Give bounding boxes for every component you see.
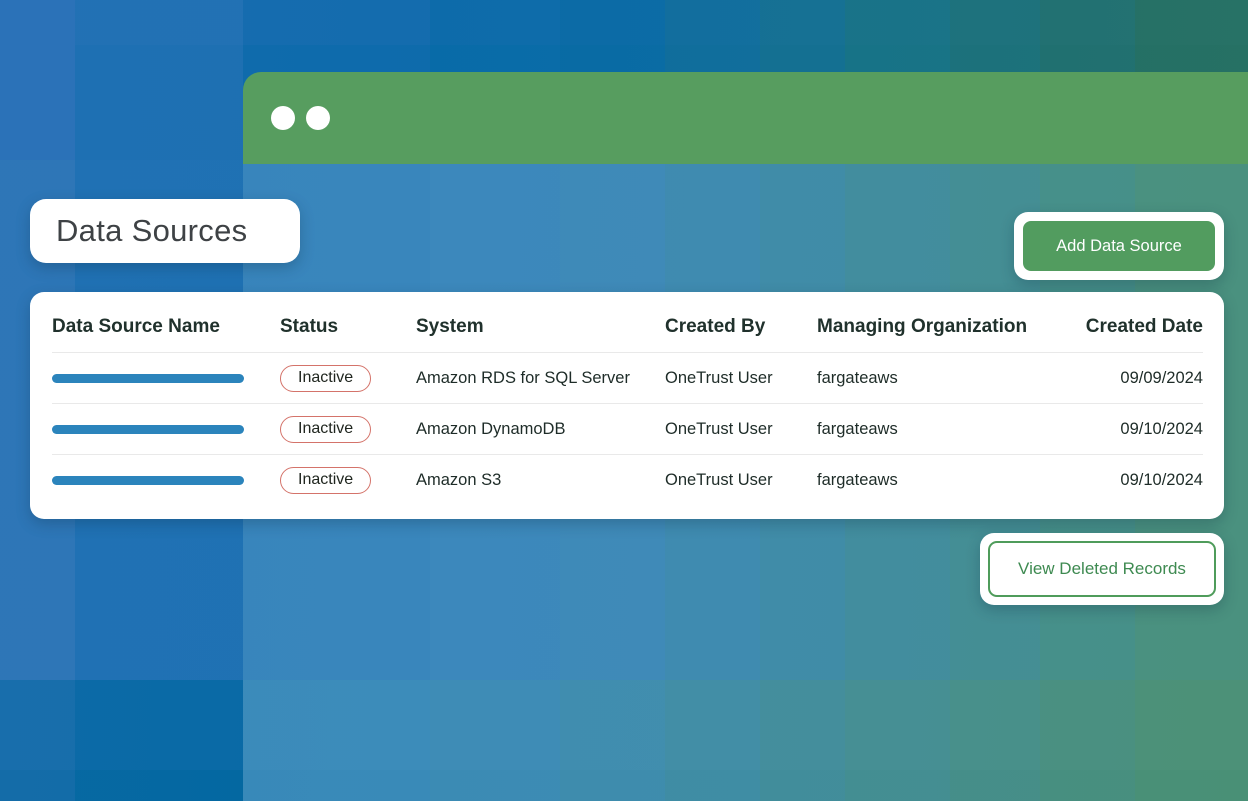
cell-system: Amazon DynamoDB bbox=[416, 420, 665, 439]
column-header-created-date: Created Date bbox=[1068, 316, 1203, 338]
window-control-dot[interactable] bbox=[306, 106, 330, 130]
column-header-data-source-name: Data Source Name bbox=[52, 316, 280, 338]
cell-managing-organization: fargateaws bbox=[817, 369, 1068, 388]
redacted-name-bar bbox=[52, 476, 244, 485]
redacted-name-bar bbox=[52, 425, 244, 434]
column-header-status: Status bbox=[280, 316, 416, 338]
table-row[interactable]: Inactive Amazon RDS for SQL Server OneTr… bbox=[52, 353, 1203, 404]
data-sources-table: Data Source Name Status System Created B… bbox=[30, 292, 1224, 519]
cell-created-date: 09/09/2024 bbox=[1068, 369, 1203, 388]
cell-created-date: 09/10/2024 bbox=[1068, 471, 1203, 490]
view-deleted-records-card: View Deleted Records bbox=[980, 533, 1224, 605]
table-row[interactable]: Inactive Amazon DynamoDB OneTrust User f… bbox=[52, 404, 1203, 455]
redacted-name-bar bbox=[52, 374, 244, 383]
view-deleted-records-button[interactable]: View Deleted Records bbox=[988, 541, 1216, 597]
page-title-card: Data Sources bbox=[30, 199, 300, 263]
column-header-system: System bbox=[416, 316, 665, 338]
cell-managing-organization: fargateaws bbox=[817, 471, 1068, 490]
cell-system: Amazon S3 bbox=[416, 471, 665, 490]
add-data-source-card: Add Data Source bbox=[1014, 212, 1224, 280]
status-badge: Inactive bbox=[280, 467, 371, 494]
cell-created-by: OneTrust User bbox=[665, 471, 817, 490]
cell-system: Amazon RDS for SQL Server bbox=[416, 369, 665, 388]
status-badge: Inactive bbox=[280, 365, 371, 392]
cell-managing-organization: fargateaws bbox=[817, 420, 1068, 439]
cell-created-by: OneTrust User bbox=[665, 369, 817, 388]
column-header-managing-organization: Managing Organization bbox=[817, 316, 1068, 338]
status-badge: Inactive bbox=[280, 416, 371, 443]
page-title: Data Sources bbox=[56, 213, 247, 249]
column-header-created-by: Created By bbox=[665, 316, 817, 338]
cell-created-by: OneTrust User bbox=[665, 420, 817, 439]
page-background: Data Sources Add Data Source Data Source… bbox=[0, 0, 1248, 801]
window-control-dot[interactable] bbox=[271, 106, 295, 130]
window-title-bar bbox=[243, 72, 1248, 164]
cell-created-date: 09/10/2024 bbox=[1068, 420, 1203, 439]
table-header-row: Data Source Name Status System Created B… bbox=[52, 292, 1203, 353]
add-data-source-button[interactable]: Add Data Source bbox=[1023, 221, 1215, 271]
table-row[interactable]: Inactive Amazon S3 OneTrust User fargate… bbox=[52, 455, 1203, 506]
